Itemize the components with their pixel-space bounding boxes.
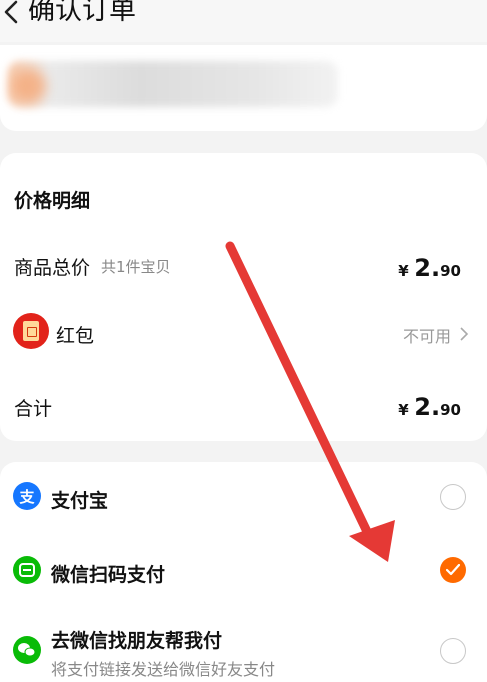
wechat-scan-radio-selected[interactable] xyxy=(440,557,466,583)
blurred-product-info xyxy=(8,61,338,107)
redpacket-label: 红包 xyxy=(56,325,95,347)
wechat-logo-icon xyxy=(13,636,41,664)
alipay-icon: 支 xyxy=(13,482,41,510)
alipay-radio[interactable] xyxy=(440,484,466,510)
blurred-product-thumb xyxy=(12,69,46,103)
svg-text:支: 支 xyxy=(18,488,35,506)
sum-price: ¥ 2.90 xyxy=(398,393,461,421)
product-card[interactable] xyxy=(0,45,487,131)
page-title: 确认订单 xyxy=(28,0,136,26)
chevron-right-icon[interactable] xyxy=(459,327,469,341)
header-bar: 确认订单 xyxy=(0,0,487,42)
wechat-scan-label[interactable]: 微信扫码支付 xyxy=(51,560,165,587)
back-arrow-icon[interactable] xyxy=(0,0,28,32)
sum-label: 合计 xyxy=(14,398,53,420)
wechat-scan-icon xyxy=(13,556,41,584)
wechat-friend-radio[interactable] xyxy=(440,638,466,664)
price-detail-title: 价格明细 xyxy=(14,190,91,212)
goods-count-text: 共1件宝贝 xyxy=(101,258,171,276)
wechat-friend-label[interactable]: 去微信找朋友帮我付 xyxy=(51,626,222,653)
alipay-label[interactable]: 支付宝 xyxy=(51,486,108,513)
wechat-friend-subtext: 将支付链接发送给微信好友支付 xyxy=(51,660,276,679)
goods-total-price: ¥ 2.90 xyxy=(398,254,461,282)
redpacket-icon xyxy=(13,313,49,349)
check-icon xyxy=(446,564,460,576)
redpacket-status[interactable]: 不可用 xyxy=(403,323,451,347)
goods-total-label: 商品总价 xyxy=(14,257,91,279)
